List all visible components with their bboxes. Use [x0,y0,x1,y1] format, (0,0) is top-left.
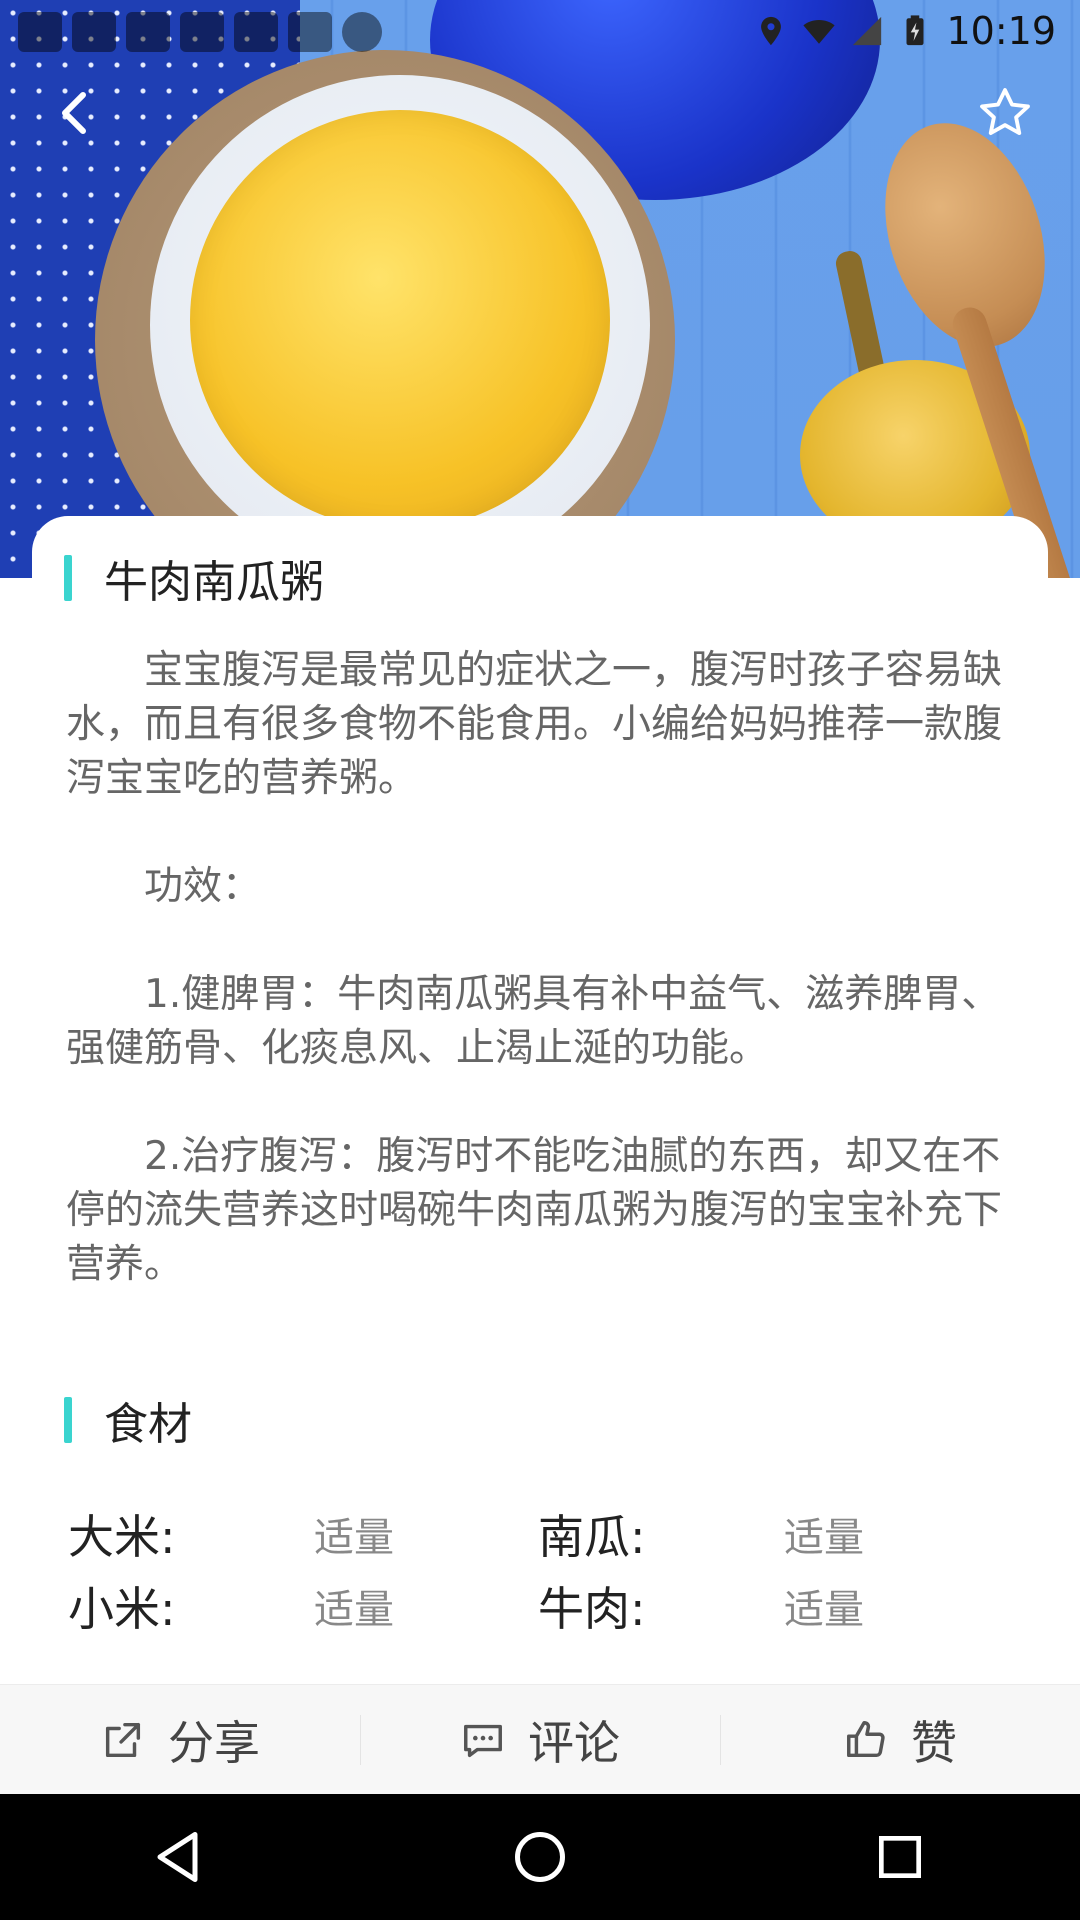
favorite-button[interactable] [970,78,1040,148]
ingredient-quantity: 适量 [314,1587,394,1633]
nav-home-button[interactable] [480,1797,600,1917]
ingredient-quantity: 适量 [784,1587,864,1633]
star-icon [980,88,1030,135]
nav-back-button[interactable] [120,1797,240,1917]
ingredient-quantity: 适量 [314,1515,394,1561]
comment-button[interactable]: 评论 [360,1685,720,1795]
notification-icons [18,12,382,52]
recipe-hero-image [0,0,1080,578]
ingredient-row: 大米: 适量 南瓜: 适量 [68,1498,1008,1570]
circle-home-icon [515,1832,565,1882]
wifi-icon [803,20,836,44]
recipe-content: 牛肉南瓜粥 宝宝腹泻是最常见的症状之一，腹泻时孩子容易缺水，而且有很多食物不能食… [32,516,1048,1686]
battery-icon [906,15,924,46]
ingredient-item: 大米: 适量 [68,1501,538,1567]
square-recent-icon [879,1836,921,1878]
ingredient-row: 小米: 适量 牛肉: 适量 [68,1570,1008,1642]
recipe-title: 牛肉南瓜粥 [104,557,324,608]
nav-recent-button[interactable] [840,1797,960,1917]
action-bar: 分享 评论 赞 [0,1684,1080,1795]
ingredient-quantity: 适量 [784,1515,864,1561]
notification-icon [18,12,62,52]
status-time: 10:19 [946,9,1056,53]
ingredient-name: 大米: [68,1510,176,1564]
notification-icon [234,12,278,52]
ingredient-item: 牛肉: 适量 [538,1573,1008,1639]
notification-icon [342,12,382,52]
notification-icon [72,12,116,52]
ingredient-item: 南瓜: 适量 [538,1501,1008,1567]
recipe-detail-screen: 10:19 牛肉南瓜粥 宝宝腹泻是最常见的症状之一，腹泻时孩子容易缺水，而且有很… [0,0,1080,1920]
signal-icon [853,16,882,46]
share-icon [105,1722,141,1758]
comment-label: 评论 [528,1716,620,1770]
share-button[interactable]: 分享 [0,1685,360,1795]
recipe-title-section: 牛肉南瓜粥 [64,550,324,608]
ingredients-table: 大米: 适量 南瓜: 适量 小米: 适量 牛肉: 适量 [68,1498,1008,1642]
ingredients-title: 食材 [104,1399,192,1450]
share-label: 分享 [168,1716,260,1770]
notification-icon [288,12,332,52]
like-button[interactable]: 赞 [720,1685,1080,1795]
ingredient-item: 小米: 适量 [68,1573,538,1639]
location-icon [761,16,782,46]
title-accent-bar [64,1397,72,1443]
ingredient-name: 小米: [68,1582,176,1636]
back-button[interactable] [40,78,110,148]
ingredient-name: 牛肉: [538,1582,646,1636]
back-arrow-icon [62,92,86,134]
status-bar: 10:19 [0,0,1080,62]
ingredients-title-section: 食材 [64,1392,192,1450]
thumbs-up-icon [847,1721,885,1758]
triangle-back-icon [157,1832,198,1882]
title-accent-bar [64,555,72,601]
notification-icon [126,12,170,52]
like-label: 赞 [911,1716,957,1770]
comment-icon [464,1724,502,1758]
ingredient-name: 南瓜: [538,1510,646,1564]
recipe-description: 宝宝腹泻是最常见的症状之一，腹泻时孩子容易缺水，而且有很多食物不能食用。小编给妈… [66,648,1003,1287]
notification-icon [180,12,224,52]
system-nav-bar [0,1794,1080,1920]
